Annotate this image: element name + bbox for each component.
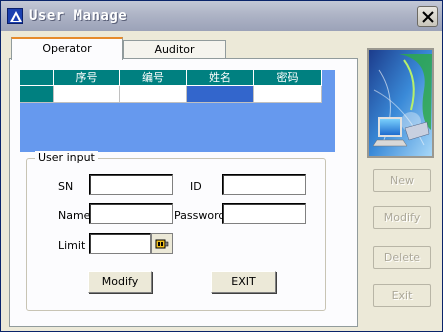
app-icon [7,8,23,24]
grid-row-indicator[interactable] [20,86,54,103]
grid-column-header[interactable]: 密码 [254,70,322,86]
grid-cell[interactable] [54,86,120,103]
sn-input[interactable] [89,174,173,195]
password-label: Password [174,209,226,222]
limit-label: Limit [58,239,86,252]
grid-column-header[interactable]: 编号 [120,70,187,86]
grid-corner-header [20,70,54,86]
computer-network-logo [367,48,434,158]
window-title: User Manage [29,8,128,24]
tab-auditor[interactable]: Auditor [123,40,226,59]
user-input-group-label: User input [35,151,98,164]
close-icon [422,11,434,23]
grid-column-header[interactable]: 序号 [54,70,120,86]
modify-button[interactable]: Modify [88,271,152,293]
name-label: Name [58,209,91,222]
key-icon [155,239,169,249]
grid-column-header[interactable]: 姓名 [187,70,254,86]
user-manage-window: User Manage Operator Auditor 序号 编号 姓名 密码… [0,0,443,332]
id-label: ID [190,180,202,193]
operator-grid[interactable]: 序号 编号 姓名 密码 [20,70,335,152]
grid-cell[interactable] [120,86,187,103]
close-button[interactable] [417,6,438,27]
side-exit-button[interactable]: Exit [373,284,431,307]
grid-cell[interactable] [254,86,322,103]
grid-cell-selected[interactable] [187,86,254,103]
id-input[interactable] [222,174,306,195]
name-input[interactable] [89,203,173,224]
limit-input[interactable] [89,233,151,254]
limit-picker-button[interactable] [151,233,173,254]
new-button[interactable]: New [373,169,431,192]
exit-button[interactable]: EXIT [211,271,276,293]
delete-button[interactable]: Delete [373,246,431,269]
side-modify-button[interactable]: Modify [373,206,431,229]
title-bar[interactable]: User Manage [1,1,442,31]
sn-label: SN [58,180,74,193]
password-input[interactable] [222,203,306,224]
tab-operator[interactable]: Operator [11,37,123,60]
